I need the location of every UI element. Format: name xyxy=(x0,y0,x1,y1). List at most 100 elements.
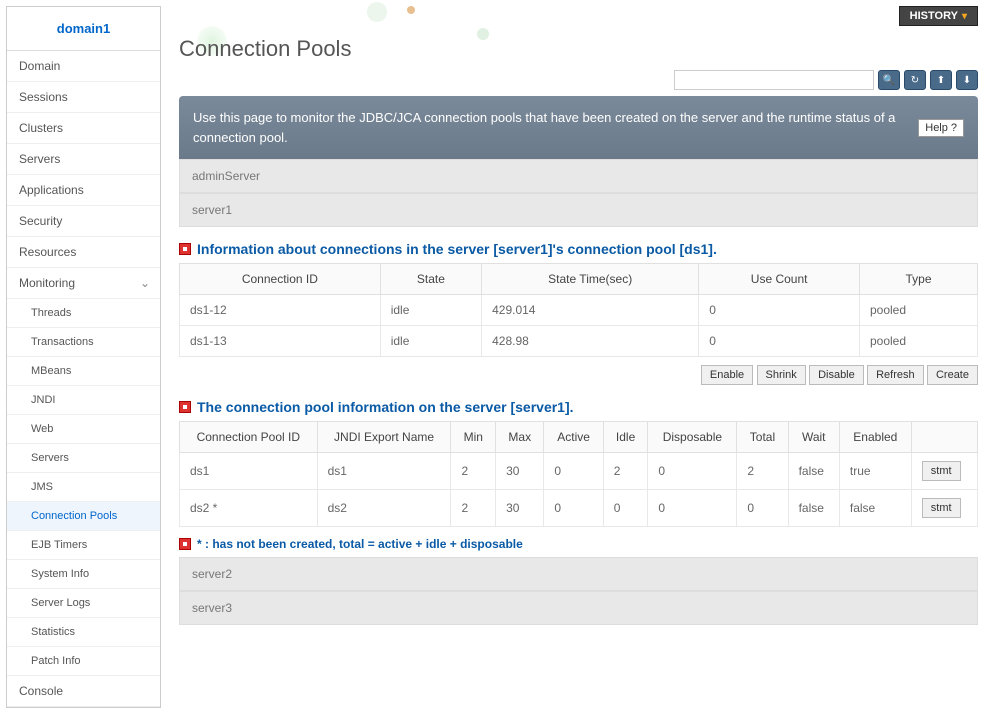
cell: 429.014 xyxy=(482,295,699,326)
nav-console[interactable]: Console xyxy=(7,676,160,707)
decorative-dot xyxy=(407,6,415,14)
nav-sub-servers[interactable]: Servers xyxy=(7,444,160,473)
col-jndi: JNDI Export Name xyxy=(317,422,451,453)
search-icon[interactable]: 🔍 xyxy=(878,70,900,90)
disable-button[interactable]: Disable xyxy=(809,365,864,385)
nav-connection-pools[interactable]: Connection Pools xyxy=(7,502,160,531)
refresh-button[interactable]: Refresh xyxy=(867,365,924,385)
pools-table: Connection Pool ID JNDI Export Name Min … xyxy=(179,421,978,527)
cell: pooled xyxy=(859,326,977,357)
cell: ds1-12 xyxy=(180,295,381,326)
col-max: Max xyxy=(496,422,544,453)
bullet-icon xyxy=(179,243,191,255)
nav-clusters[interactable]: Clusters xyxy=(7,113,160,144)
main-content: HISTORY ▾ Connection Pools 🔍 ↻ ⬆ ⬇ Use t… xyxy=(167,0,990,714)
cell: false xyxy=(788,453,839,490)
nav-jndi[interactable]: JNDI xyxy=(7,386,160,415)
info-banner: Use this page to monitor the JDBC/JCA co… xyxy=(179,96,978,159)
cell: true xyxy=(839,453,911,490)
refresh-icon[interactable]: ↻ xyxy=(904,70,926,90)
cell: idle xyxy=(380,326,481,357)
cell: 0 xyxy=(544,453,603,490)
cell: 30 xyxy=(496,490,544,527)
nav-jms[interactable]: JMS xyxy=(7,473,160,502)
cell: 2 xyxy=(451,453,496,490)
nav-ejb-timers[interactable]: EJB Timers xyxy=(7,531,160,560)
table-row[interactable]: ds1-12 idle 429.014 0 pooled xyxy=(180,295,978,326)
cell: ds1 xyxy=(180,453,318,490)
col-enabled: Enabled xyxy=(839,422,911,453)
section1-header: Information about connections in the ser… xyxy=(179,241,978,257)
cell: 0 xyxy=(648,453,737,490)
cell: 0 xyxy=(737,490,788,527)
nav-threads[interactable]: Threads xyxy=(7,299,160,328)
cell: ds2 * xyxy=(180,490,318,527)
cell: stmt xyxy=(911,453,977,490)
nav-patch-info[interactable]: Patch Info xyxy=(7,647,160,676)
col-state-time: State Time(sec) xyxy=(482,264,699,295)
connections-table: Connection ID State State Time(sec) Use … xyxy=(179,263,978,357)
nav-domain[interactable]: Domain xyxy=(7,51,160,82)
col-total: Total xyxy=(737,422,788,453)
chevron-down-icon: ▾ xyxy=(962,11,967,22)
stmt-button[interactable]: stmt xyxy=(922,461,961,481)
cell: 0 xyxy=(544,490,603,527)
help-icon: ? xyxy=(951,122,957,134)
banner-text: Use this page to monitor the JDBC/JCA co… xyxy=(193,108,908,147)
create-button[interactable]: Create xyxy=(927,365,978,385)
nav-transactions[interactable]: Transactions xyxy=(7,328,160,357)
panel-server2[interactable]: server2 xyxy=(179,557,978,591)
stmt-button[interactable]: stmt xyxy=(922,498,961,518)
import-icon[interactable]: ⬇ xyxy=(956,70,978,90)
footnote-text: * : has not been created, total = active… xyxy=(197,537,523,551)
cell: idle xyxy=(380,295,481,326)
help-label: Help xyxy=(925,122,948,134)
col-wait: Wait xyxy=(788,422,839,453)
nav-resources[interactable]: Resources xyxy=(7,237,160,268)
help-button[interactable]: Help ? xyxy=(918,119,964,137)
col-state: State xyxy=(380,264,481,295)
footnote: * : has not been created, total = active… xyxy=(179,537,978,551)
nav-applications[interactable]: Applications xyxy=(7,175,160,206)
panel-server1[interactable]: server1 xyxy=(179,193,978,227)
col-active: Active xyxy=(544,422,603,453)
domain-title[interactable]: domain1 xyxy=(7,7,160,51)
panel-adminserver[interactable]: adminServer xyxy=(179,159,978,193)
bullet-icon xyxy=(179,401,191,413)
nav-server-logs[interactable]: Server Logs xyxy=(7,589,160,618)
nav-web[interactable]: Web xyxy=(7,415,160,444)
shrink-button[interactable]: Shrink xyxy=(757,365,806,385)
col-action xyxy=(911,422,977,453)
table-row[interactable]: ds2 * ds2 2 30 0 0 0 0 false false stmt xyxy=(180,490,978,527)
cell: 30 xyxy=(496,453,544,490)
enable-button[interactable]: Enable xyxy=(701,365,753,385)
cell: ds1-13 xyxy=(180,326,381,357)
nav-system-info[interactable]: System Info xyxy=(7,560,160,589)
cell: 2 xyxy=(603,453,648,490)
table-row[interactable]: ds1-13 idle 428.98 0 pooled xyxy=(180,326,978,357)
nav-sessions[interactable]: Sessions xyxy=(7,82,160,113)
search-input[interactable] xyxy=(674,70,874,90)
history-label: HISTORY xyxy=(910,10,958,22)
nav-statistics[interactable]: Statistics xyxy=(7,618,160,647)
nav-mbeans[interactable]: MBeans xyxy=(7,357,160,386)
col-use-count: Use Count xyxy=(699,264,860,295)
col-disposable: Disposable xyxy=(648,422,737,453)
history-button[interactable]: HISTORY ▾ xyxy=(899,6,978,26)
cell: 2 xyxy=(737,453,788,490)
cell: ds1 xyxy=(317,453,451,490)
section2-header: The connection pool information on the s… xyxy=(179,399,978,415)
table-row[interactable]: ds1 ds1 2 30 0 2 0 2 false true stmt xyxy=(180,453,978,490)
nav-monitoring[interactable]: Monitoring xyxy=(7,268,160,299)
export-icon[interactable]: ⬆ xyxy=(930,70,952,90)
cell: ds2 xyxy=(317,490,451,527)
cell: stmt xyxy=(911,490,977,527)
nav-security[interactable]: Security xyxy=(7,206,160,237)
sidebar: domain1 Domain Sessions Clusters Servers… xyxy=(6,6,161,708)
cell: 0 xyxy=(648,490,737,527)
panel-server3[interactable]: server3 xyxy=(179,591,978,625)
cell: false xyxy=(839,490,911,527)
col-conn-id: Connection ID xyxy=(180,264,381,295)
nav-servers[interactable]: Servers xyxy=(7,144,160,175)
section2-title: The connection pool information on the s… xyxy=(197,399,574,415)
